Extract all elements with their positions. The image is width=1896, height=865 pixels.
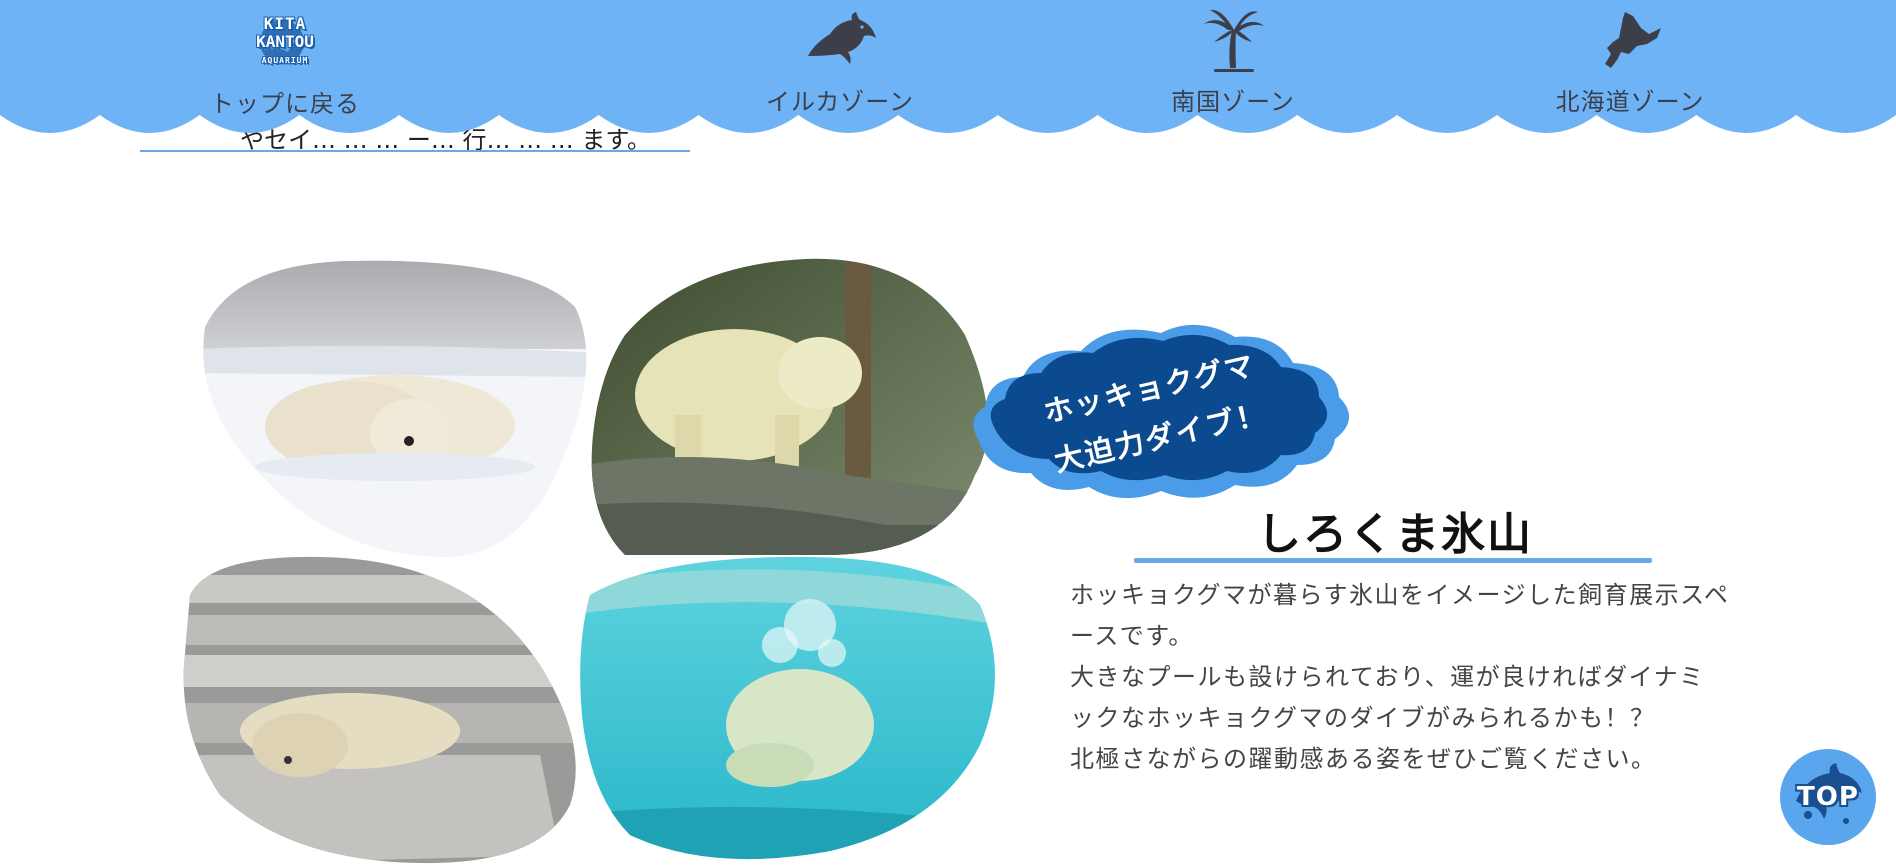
top-button-label: TOP — [1797, 782, 1859, 812]
logo-line1: KITA — [263, 14, 307, 33]
highlight-cloud-badge: ホッキョクグマ 大迫力ダイブ！ — [965, 315, 1355, 505]
section-title: しろくま氷山 — [1257, 509, 1533, 560]
logo-icon: KITA KANTOU AQUARIUM — [240, 12, 330, 78]
logo-line3: AQUARIUM — [261, 56, 309, 65]
polar-bear-standing-rock-photo — [591, 258, 988, 556]
nav-label-dolphin-zone: イルカゾーン — [765, 88, 915, 116]
nav-item-dolphin-zone[interactable]: イルカゾーン — [730, 8, 950, 118]
nav-item-tropical-zone[interactable]: 南国ゾーン — [1123, 8, 1343, 118]
section-description: ホッキョクグマが暮らす氷山をイメージした飼育展示スペースです。 大きなプールも設… — [1070, 575, 1730, 780]
title-underline — [1134, 558, 1652, 563]
main-nav: KITA KANTOU AQUARIUM トップに戻る イルカゾーン 南国ゾーン… — [0, 0, 1896, 120]
nav-label-tropical-zone: 南国ゾーン — [1171, 88, 1295, 116]
nav-label-top: トップに戻る — [210, 90, 360, 118]
back-to-top-button[interactable]: TOP — [1778, 747, 1878, 847]
dolphin-icon — [808, 12, 876, 64]
palm-tree-icon — [1204, 9, 1264, 72]
description-paragraph-1: ホッキョクグマが暮らす氷山をイメージした飼育展示スペースです。 — [1070, 581, 1730, 650]
polar-bear-resting-stone-photo — [183, 556, 576, 864]
polar-bear-diving-pool-photo — [580, 556, 995, 860]
logo-line2: KANTOU — [256, 32, 314, 51]
description-paragraph-3: 北極さながらの躍動感ある姿をぜひご覧ください。 — [1070, 745, 1657, 773]
site-header: KITA KANTOU AQUARIUM トップに戻る イルカゾーン 南国ゾーン… — [0, 0, 1896, 155]
polar-bear-sleeping-snow-photo — [203, 260, 587, 557]
hokkaido-map-icon — [1605, 12, 1661, 68]
nav-label-hokkaido-zone: 北海道ゾーン — [1555, 88, 1705, 116]
nav-item-hokkaido-zone[interactable]: 北海道ゾーン — [1520, 8, 1740, 118]
photo-collage — [170, 245, 1000, 865]
description-paragraph-2: 大きなプールも設けられており、運が良ければダイナミックなホッキョクグマのダイブが… — [1070, 663, 1705, 732]
nav-item-top[interactable]: KITA KANTOU AQUARIUM トップに戻る — [175, 8, 395, 118]
